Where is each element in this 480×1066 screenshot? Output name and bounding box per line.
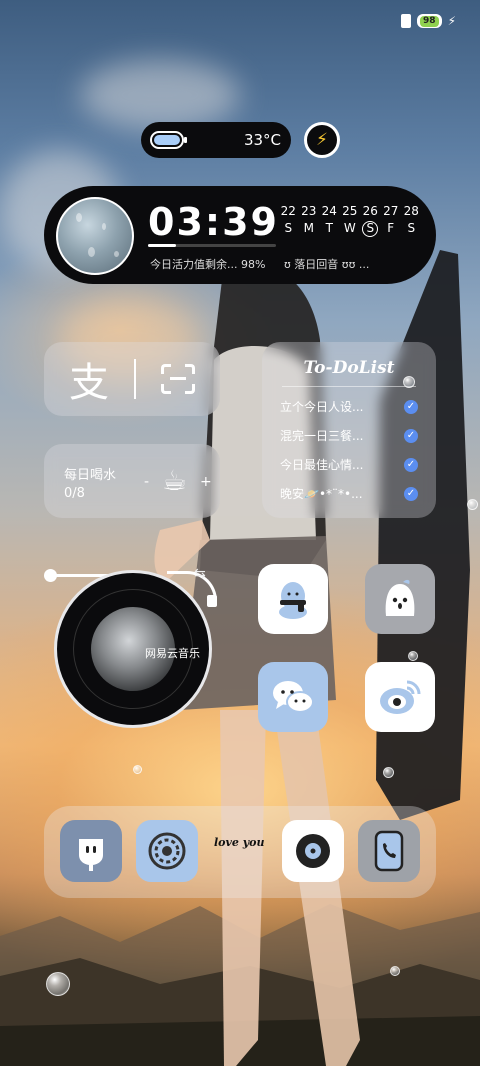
calendar-day: 22 (280, 204, 296, 218)
temperature-readout: 33°C (243, 131, 281, 149)
qq-app-icon[interactable] (258, 564, 328, 634)
plug-app-icon[interactable] (60, 820, 122, 882)
alipay-widget[interactable]: 支 (44, 342, 220, 416)
todo-item-text: 混完一日三餐... (280, 429, 364, 443)
tonearm-head (207, 595, 217, 607)
bubble-decoration (403, 376, 415, 388)
clock-widget[interactable]: 03:39 22 23 24 25 26 27 28 S M T W S F S… (44, 186, 436, 284)
scan-button[interactable] (136, 364, 220, 394)
music-app-label: 网易云音乐 (145, 647, 200, 660)
netease-music-widget[interactable]: 网易云音乐 (54, 570, 217, 728)
sim-card-icon (401, 14, 412, 28)
todo-item[interactable]: 立个今日人设... ✓ (280, 398, 418, 415)
cloud (80, 60, 240, 130)
divider (282, 386, 416, 387)
water-title: 每日喝水 (64, 468, 117, 483)
battery-icon: 98 (417, 14, 442, 28)
status-bar: 98 ⚡ (401, 14, 456, 28)
battery-temperature-island[interactable]: 33°C (141, 122, 291, 158)
check-icon[interactable]: ✓ (404, 428, 418, 443)
check-icon[interactable]: ✓ (404, 486, 418, 501)
scan-icon (161, 364, 195, 394)
bubble-decoration (133, 765, 142, 774)
calendar-day: 25 (342, 204, 358, 218)
charging-icon: ⚡ (447, 14, 456, 28)
love-you-text: love you (214, 836, 265, 849)
weekday-label: T (325, 221, 333, 235)
weibo-app-icon[interactable] (365, 662, 435, 732)
check-icon[interactable]: ✓ (404, 457, 418, 472)
coffee-cup-icon: ☕ (162, 464, 188, 497)
wechat-app-icon[interactable] (258, 662, 328, 732)
swap-arrows-icon[interactable]: ⇆ (194, 566, 206, 582)
calendar-day: 27 (383, 204, 399, 218)
battery-icon (150, 131, 187, 149)
todo-item-text: 今日最佳心情... (280, 458, 364, 472)
todo-item[interactable]: 晚安🪐•*¨*•... ✓ (280, 485, 418, 502)
bubble-decoration (383, 767, 394, 778)
bubble-decoration (46, 972, 70, 996)
check-icon[interactable]: ✓ (404, 399, 418, 414)
music-track-text: 落日回音 ʊʊ ... (294, 258, 370, 271)
tonearm-pivot (44, 569, 57, 582)
ghost-app-icon[interactable] (365, 564, 435, 634)
lightning-icon[interactable]: ⚡ (304, 122, 340, 158)
todo-item[interactable]: 今日最佳心情... ✓ (280, 456, 418, 473)
weekday-label: M (303, 221, 314, 235)
music-status: ʊ 落日回音 ʊʊ ... (284, 256, 369, 272)
alipay-logo-icon[interactable]: 支 (44, 350, 134, 408)
todo-item-text: 晚安🪐•*¨*•... (280, 487, 363, 501)
weekday-label: W (343, 221, 356, 235)
calendar-day: 28 (403, 204, 419, 218)
week-calendar: 22 23 24 25 26 27 28 S M T W S F S (278, 204, 422, 237)
todo-title: To-DoList (303, 358, 395, 378)
calendar-day: 24 (321, 204, 337, 218)
settings-gear-icon[interactable] (136, 820, 198, 882)
water-count: 0/8 (64, 486, 85, 501)
music-player-icon[interactable] (282, 820, 344, 882)
clock-time: 03:39 (148, 200, 279, 244)
calendar-day: 23 (301, 204, 317, 218)
water-decrease-button[interactable]: - (144, 474, 149, 490)
music-note-icon: ʊ (284, 258, 291, 271)
bubble-decoration (467, 499, 478, 510)
weekday-label: F (387, 221, 395, 235)
battery-level: 98 (420, 15, 439, 27)
weekday-today: S (362, 221, 379, 237)
bubble-decoration (390, 966, 400, 976)
calendar-day: 26 (362, 204, 378, 218)
phone-app-icon[interactable] (358, 820, 420, 882)
app-dock: love you (44, 806, 436, 898)
clock-photo (56, 197, 134, 275)
activity-text: 今日活力值剩余... 98% (150, 258, 266, 271)
todo-item[interactable]: 混完一日三餐... ✓ (280, 427, 418, 444)
water-increase-button[interactable]: + (200, 474, 212, 490)
activity-progress-bar (148, 244, 276, 247)
todo-item-text: 立个今日人设... (280, 400, 364, 414)
weekday-label: S (407, 221, 416, 235)
water-tracker-widget[interactable]: 每日喝水 0/8 - ☕ + (44, 444, 220, 518)
weekday-label: S (284, 221, 293, 235)
bubble-decoration (408, 651, 418, 661)
todo-widget[interactable]: To-DoList 立个今日人设... ✓ 混完一日三餐... ✓ 今日最佳心情… (262, 342, 436, 518)
